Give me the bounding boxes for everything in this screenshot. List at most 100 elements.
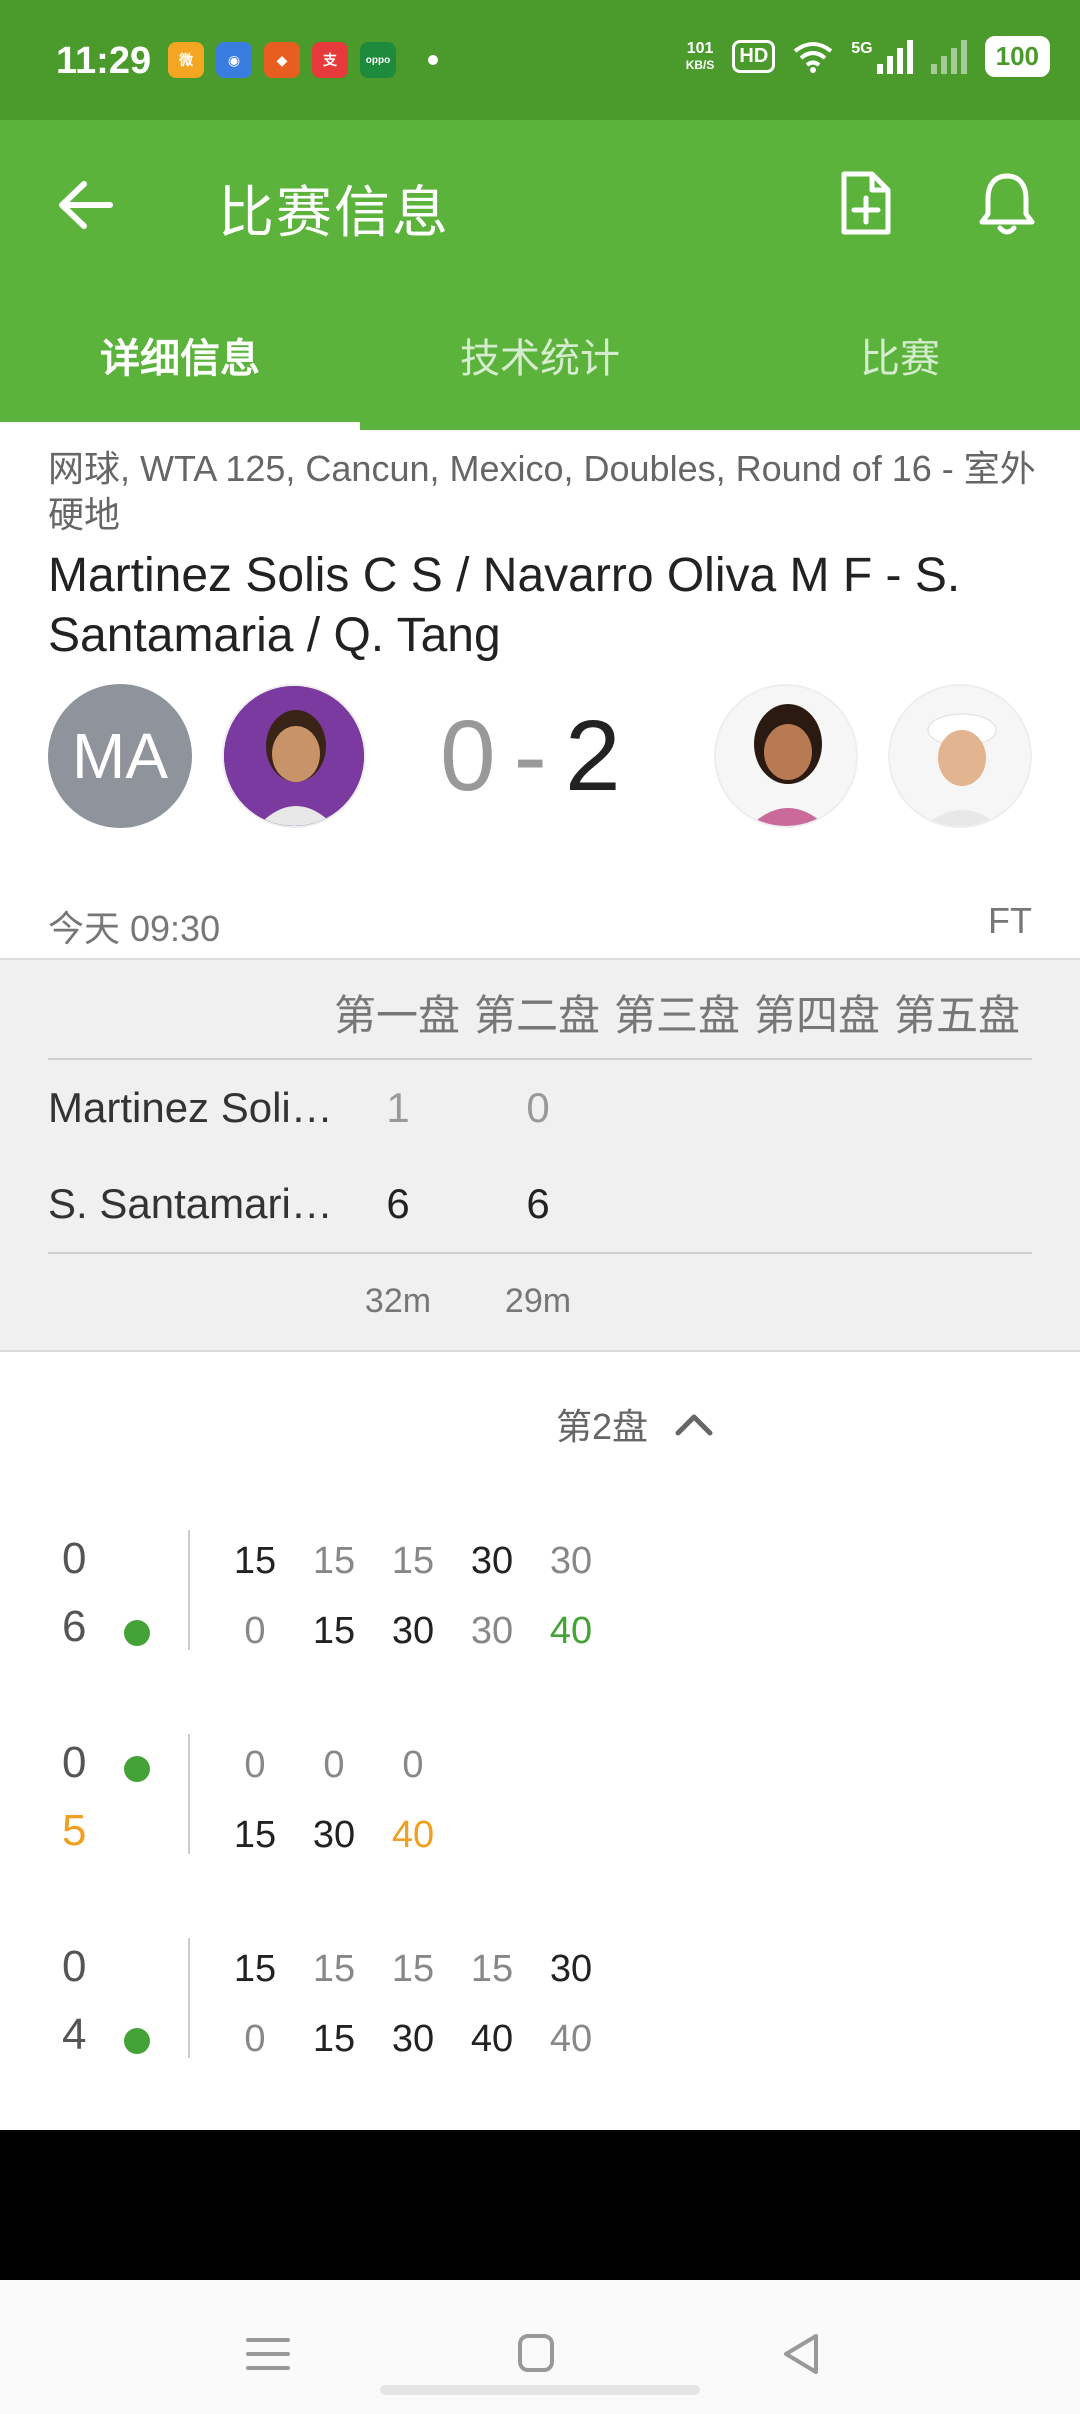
- chevron-up-icon: [675, 1414, 713, 1436]
- game-row: 0 5 0 0 0 15 30 40: [0, 1734, 1080, 1894]
- game-score-away: 5: [62, 1806, 87, 1855]
- wifi-icon: [794, 41, 833, 73]
- match-score: 0-2: [440, 686, 621, 826]
- point-home: 15: [312, 1540, 356, 1582]
- gesture-pill: [380, 2385, 700, 2395]
- match-title: Martinez Solis C S / Navarro Oliva M F -…: [48, 549, 961, 662]
- game-score-away: 6: [62, 1602, 87, 1651]
- set-row-away-name: S. Santamari…: [48, 1180, 333, 1227]
- player-photo-icon: [224, 686, 364, 826]
- point-home: 15: [391, 1540, 435, 1582]
- set-header-3: 第三盘: [614, 992, 741, 1039]
- tab-matches[interactable]: 比赛: [720, 290, 1080, 430]
- set-duration-2: 29m: [504, 1282, 572, 1320]
- point-away: 40: [549, 2018, 593, 2060]
- avatar-home-player-1[interactable]: MA: [48, 684, 192, 828]
- player-photo-icon: [716, 686, 856, 826]
- tab-details[interactable]: 详细信息: [0, 290, 360, 430]
- point-home: 15: [391, 1948, 435, 1990]
- point-home: 0: [402, 1744, 424, 1786]
- score-separator: -: [513, 700, 547, 812]
- avatar-initials: MA: [72, 720, 168, 792]
- point-away: 15: [312, 1610, 356, 1652]
- signal-5g-icon: 5G: [851, 39, 913, 74]
- tab-bar: 详细信息 技术统计 比赛: [0, 290, 1080, 430]
- point-away: 40: [549, 1610, 593, 1652]
- point-away: 40: [470, 2018, 514, 2060]
- system-nav-bar: [0, 2280, 1080, 2414]
- serve-indicator-icon: [124, 1620, 150, 1646]
- back-triangle-icon[interactable]: [772, 2324, 832, 2384]
- status-indicators: 101 KB/S HD 5G 100: [686, 36, 1050, 77]
- point-home: 15: [470, 1948, 514, 1990]
- game-score-away: 4: [62, 2010, 87, 2059]
- game-score-home: 0: [62, 1942, 87, 1991]
- game-row: 0 6 15 15 15 30 30 0 15 30 30 40: [0, 1530, 1080, 1690]
- signal-sim2-icon: [930, 39, 967, 74]
- point-away: 0: [244, 2018, 266, 2060]
- point-away: 15: [312, 2018, 356, 2060]
- point-away: 0: [244, 1610, 266, 1652]
- home-score: 0: [440, 700, 496, 812]
- point-away: 30: [391, 2018, 435, 2060]
- point-home: 0: [323, 1744, 345, 1786]
- set-toggle[interactable]: 第2盘: [556, 1398, 714, 1450]
- net-speed: 101 KB/S: [685, 40, 715, 73]
- alipay-icon: 支: [312, 42, 348, 78]
- point-away: 40: [391, 1814, 435, 1856]
- status-time: 11:29: [56, 40, 152, 82]
- point-home: 15: [233, 1948, 277, 1990]
- document-add-icon[interactable]: [830, 168, 900, 238]
- set-header-4: 第四盘: [754, 992, 881, 1039]
- arrow-left-icon[interactable]: [50, 170, 120, 240]
- avatar-home-player-2[interactable]: [222, 684, 366, 828]
- tab-statistics[interactable]: 技术统计: [360, 290, 720, 430]
- net-speed-unit: KB/S: [685, 57, 715, 72]
- menu-icon[interactable]: [238, 2324, 298, 2384]
- set-header-1: 第一盘: [334, 992, 461, 1039]
- game-row: 0 4 15 15 15 15 30 0 15 30 40 40: [0, 1938, 1080, 2098]
- hd-icon: HD: [732, 40, 776, 73]
- set-score-away-2: 6: [526, 1180, 550, 1227]
- player-photo-icon: [890, 686, 1030, 826]
- divider: [48, 1058, 1032, 1060]
- serve-indicator-icon: [124, 2028, 150, 2054]
- divider: [48, 1252, 1032, 1254]
- set-score-home-2: 0: [526, 1084, 550, 1131]
- set-row-home-name: Martinez Soli…: [48, 1084, 333, 1131]
- app-orange-icon: ◆: [264, 42, 300, 78]
- divider: [188, 1938, 190, 2058]
- serve-indicator-icon: [124, 1756, 150, 1782]
- more-notifications-icon: [428, 55, 438, 65]
- game-score-home: 0: [62, 1738, 87, 1787]
- match-meta: 网球, WTA 125, Cancun, Mexico, Doubles, Ro…: [48, 448, 1036, 535]
- set-toggle-label: 第2盘: [556, 1406, 649, 1447]
- point-away: 15: [233, 1814, 277, 1856]
- divider: [188, 1530, 190, 1650]
- weibo-icon: 微: [168, 42, 204, 78]
- status-bar: 11:29 微 ◉ ◆ 支 oppo 101 KB/S HD 5G 100: [0, 0, 1080, 120]
- home-square-icon[interactable]: [506, 2324, 566, 2384]
- notification-icons: 微 ◉ ◆ 支 oppo: [168, 42, 438, 78]
- game-score-home: 0: [62, 1534, 87, 1583]
- avatar-away-player-1[interactable]: [714, 684, 858, 828]
- match-status: FT: [988, 900, 1032, 941]
- divider: [188, 1734, 190, 1854]
- point-home: 30: [470, 1540, 514, 1582]
- match-start-time: 今天 09:30: [48, 908, 221, 949]
- point-away: 30: [391, 1610, 435, 1652]
- avatar-away-player-2[interactable]: [888, 684, 1032, 828]
- app-blue-icon: ◉: [216, 42, 252, 78]
- app-bar: 比赛信息: [0, 120, 1080, 290]
- signal-label: 5G: [851, 39, 873, 57]
- page-title: 比赛信息: [218, 181, 450, 244]
- oppo-icon: oppo: [360, 42, 396, 78]
- point-away: 30: [470, 1610, 514, 1652]
- away-score: 2: [564, 700, 621, 812]
- set-header-5: 第五盘: [894, 992, 1021, 1039]
- point-home: 0: [244, 1744, 266, 1786]
- set-header-2: 第二盘: [474, 992, 601, 1039]
- bell-icon[interactable]: [972, 168, 1042, 238]
- point-home: 15: [233, 1540, 277, 1582]
- set-score-home-1: 1: [386, 1084, 410, 1131]
